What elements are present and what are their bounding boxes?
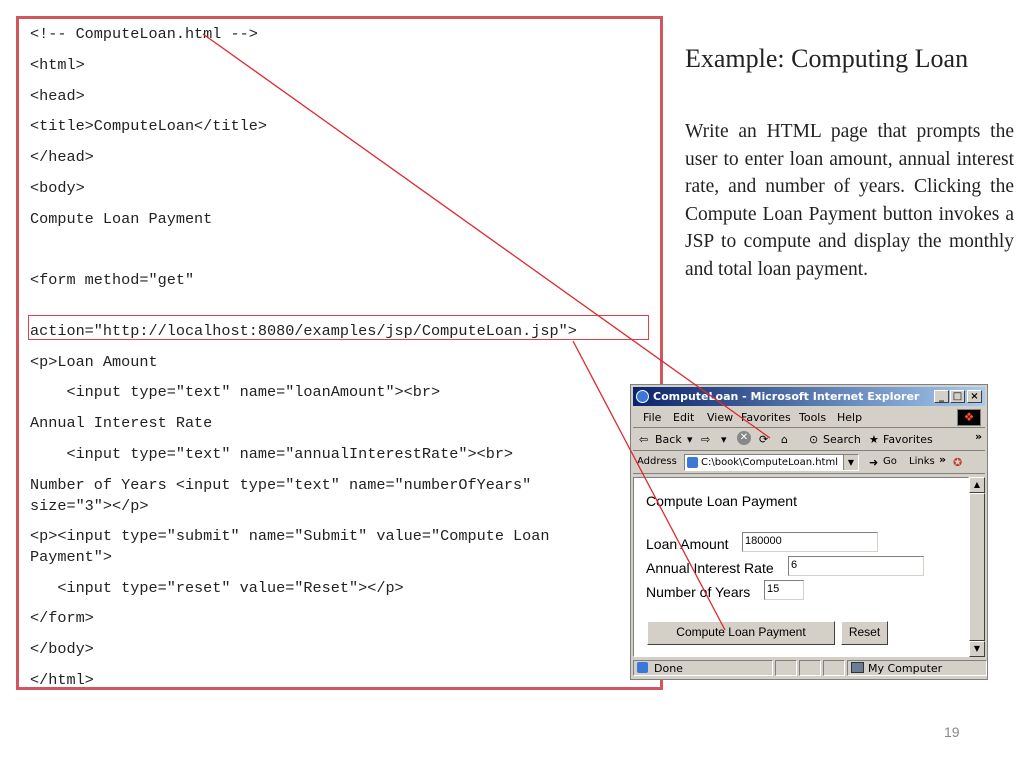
status-zone: My Computer	[868, 662, 943, 675]
vertical-scrollbar[interactable]: ▲ ▼	[969, 477, 985, 657]
years-input[interactable]: 15	[764, 580, 804, 600]
go-button-label[interactable]: Go	[883, 456, 897, 467]
page-heading: Compute Loan Payment	[646, 493, 797, 509]
search-button-label[interactable]: Search	[823, 433, 861, 446]
menu-view[interactable]: View	[707, 411, 733, 424]
address-bar: Address C:\book\ComputeLoan.html ▼ ➜ Go …	[633, 451, 985, 474]
years-label: Number of Years	[646, 584, 751, 600]
page-number: 19	[944, 724, 960, 740]
back-button-label[interactable]: Back	[655, 433, 682, 446]
back-arrow-icon[interactable]: ⇦	[639, 433, 648, 446]
status-done: Done	[654, 662, 683, 675]
slide-description: Write an HTML page that prompts the user…	[685, 121, 1014, 280]
code-line: <input type="text" name="annualInterestR…	[30, 445, 514, 463]
code-line: <p><input type="submit" name="Submit" va…	[30, 527, 550, 545]
menu-help[interactable]: Help	[837, 411, 862, 424]
forward-arrow-icon[interactable]: ⇨	[701, 433, 710, 446]
home-icon[interactable]: ⌂	[781, 433, 788, 446]
compute-loan-payment-button[interactable]: Compute Loan Payment	[647, 621, 835, 645]
menu-bar: File Edit View Favorites Tools Help ❖	[633, 407, 985, 428]
menu-favorites[interactable]: Favorites	[741, 411, 791, 424]
menu-file[interactable]: File	[643, 411, 661, 424]
browser-toolbar: ⇦ Back ▾ ⇨ ▾ ✕ ⟳ ⌂ ⊙ Search ★ Favorites …	[633, 428, 985, 451]
code-line: <input type="text" name="loanAmount"><br…	[30, 383, 441, 401]
browser-window: ComputeLoan - Microsoft Internet Explore…	[630, 384, 988, 680]
go-arrow-icon[interactable]: ➜	[869, 456, 878, 469]
chevron-down-icon[interactable]: ▾	[687, 433, 693, 446]
code-line: Payment">	[30, 548, 113, 566]
menu-edit[interactable]: Edit	[673, 411, 694, 424]
code-line: Number of Years <input type="text" name=…	[30, 476, 532, 494]
interest-rate-input[interactable]: 6	[788, 556, 924, 576]
chevron-down-icon[interactable]: ▾	[721, 433, 727, 446]
code-line: </form>	[30, 609, 94, 627]
window-title: ComputeLoan - Microsoft Internet Explore…	[653, 390, 920, 403]
messenger-icon[interactable]: ✪	[953, 456, 962, 469]
loan-amount-input[interactable]: 180000	[742, 532, 878, 552]
code-line: Compute Loan Payment	[30, 210, 213, 228]
code-line: <title>ComputeLoan</title>	[30, 117, 267, 135]
page-icon	[637, 662, 648, 673]
scroll-down-icon[interactable]: ▼	[969, 641, 985, 657]
scroll-thumb[interactable]	[969, 493, 985, 641]
code-listing: <!-- ComputeLoan.html --> <html> <head> …	[16, 16, 663, 690]
code-line: <html>	[30, 56, 85, 74]
code-line: </html>	[30, 671, 94, 689]
code-line: </head>	[30, 148, 94, 166]
code-line: size="3"></p>	[30, 497, 149, 515]
loan-amount-label: Loan Amount	[646, 536, 729, 552]
status-bar: Done My Computer	[633, 659, 987, 677]
chevron-down-icon[interactable]: ▼	[843, 455, 858, 470]
browser-content: Compute Loan Payment Loan Amount 180000 …	[633, 477, 969, 657]
reset-button[interactable]: Reset	[841, 621, 888, 645]
status-cell	[775, 660, 797, 676]
close-icon[interactable]: ×	[967, 390, 982, 403]
code-line: action="http://localhost:8080/examples/j…	[30, 322, 577, 340]
favorites-button-label[interactable]: Favorites	[883, 433, 933, 446]
interest-rate-label: Annual Interest Rate	[646, 560, 774, 576]
status-cell: Done	[633, 660, 773, 676]
code-line: <input type="reset" value="Reset"></p>	[30, 579, 404, 597]
code-line: <p>Loan Amount	[30, 353, 158, 371]
status-cell: My Computer	[847, 660, 987, 676]
code-line: <body>	[30, 179, 85, 197]
menu-tools[interactable]: Tools	[799, 411, 826, 424]
code-line: Annual Interest Rate	[30, 414, 213, 432]
slide-title: Example: Computing Loan	[685, 44, 969, 73]
status-cell	[799, 660, 821, 676]
page-icon	[687, 457, 698, 468]
ie-logo-icon	[636, 390, 649, 403]
windows-logo-icon: ❖	[957, 409, 981, 426]
stop-icon[interactable]: ✕	[737, 431, 751, 445]
code-line: </body>	[30, 640, 94, 658]
refresh-icon[interactable]: ⟳	[759, 433, 768, 446]
address-input[interactable]: C:\book\ComputeLoan.html ▼	[684, 454, 859, 471]
address-value: C:\book\ComputeLoan.html	[701, 457, 839, 468]
links-label[interactable]: Links	[909, 456, 935, 467]
maximize-icon[interactable]: □	[950, 390, 965, 403]
computer-icon	[851, 662, 864, 673]
code-line: <form method="get"	[30, 271, 195, 289]
status-cell	[823, 660, 845, 676]
links-overflow-icon[interactable]: »	[939, 453, 946, 466]
favorites-icon[interactable]: ★	[869, 433, 879, 446]
code-line: <!-- ComputeLoan.html -->	[30, 25, 258, 43]
search-icon[interactable]: ⊙	[809, 433, 818, 446]
address-label: Address	[637, 456, 677, 467]
scroll-up-icon[interactable]: ▲	[969, 477, 985, 493]
toolbar-overflow-icon[interactable]: »	[975, 430, 982, 443]
browser-titlebar: ComputeLoan - Microsoft Internet Explore…	[633, 387, 985, 406]
code-line: <head>	[30, 87, 85, 105]
minimize-icon[interactable]: _	[934, 390, 949, 403]
